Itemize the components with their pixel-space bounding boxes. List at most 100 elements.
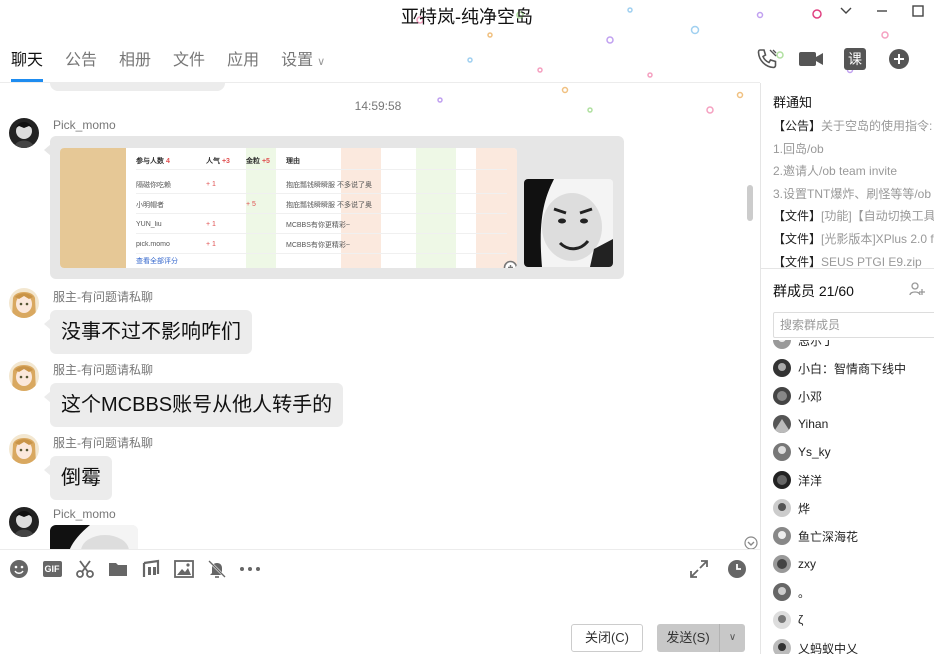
window-title: 亚特岚-纯净空岛 <box>401 7 533 27</box>
meme-image[interactable] <box>524 179 613 267</box>
group-side-panel: 群通知 【公告】关于空岛的使用指令: 1.回岛/ob 2.邀请人/ob team… <box>760 83 934 654</box>
chat-history[interactable]: 14:59:58 Pick_momo 参与人数 4 人气 +3 金粒 +5 理由… <box>0 83 760 549</box>
avatar[interactable] <box>9 507 39 537</box>
notice-item[interactable]: 2.邀请人/ob team invite <box>773 160 934 183</box>
add-circle-icon[interactable] <box>886 46 912 72</box>
phone-icon[interactable] <box>754 46 780 72</box>
tab-files[interactable]: 文件 <box>173 42 205 82</box>
rating-table-screenshot[interactable]: 参与人数 4 人气 +3 金粒 +5 理由 隔磁你吃赖 + 1 抱庇瓢钱瞬瞬服 … <box>60 148 517 268</box>
table-cell-reason: MCBBS有你更精彩~ <box>286 221 350 229</box>
notice-tag: 【文件】 <box>773 254 822 269</box>
notice-text: SEUS PTGI E9.zip <box>821 254 922 269</box>
list-item[interactable]: 小白：智情商下线中 <box>773 354 906 382</box>
avatar <box>773 443 791 461</box>
table-cell-pop: + 1 <box>206 221 216 228</box>
member-list[interactable]: 忌尔丁 小白：智情商下线中 小邓 Yihan Ys_ky 洋洋 烨 鱼亡深海花 … <box>773 340 934 654</box>
image-icon[interactable] <box>173 558 195 580</box>
member-name: Yihan <box>798 417 829 431</box>
text-message-bubble[interactable]: 没事不过不影响咋们 <box>44 310 252 354</box>
member-name: 乂蚂蚁中乂 <box>798 641 859 654</box>
list-item[interactable]: 乂蚂蚁中乂 <box>773 634 858 654</box>
avatar[interactable] <box>9 288 39 318</box>
avatar <box>773 340 791 349</box>
avatar[interactable] <box>9 434 39 464</box>
header-participants-count: 4 <box>165 157 170 165</box>
folder-icon[interactable] <box>107 558 129 580</box>
tab-settings[interactable]: 设置 ∨ <box>281 42 325 82</box>
list-item[interactable]: 小邓 <box>773 382 822 410</box>
text-message-bubble[interactable]: 这个MCBBS账号从他人转手的 <box>43 383 344 427</box>
divider <box>761 268 934 269</box>
send-button[interactable]: 发送(S) ∨ <box>657 624 745 652</box>
notice-text: 3.设置TNT爆炸、刷怪等等/ob s <box>773 186 934 201</box>
chevron-down-icon[interactable]: ∨ <box>719 624 745 652</box>
header-participants: 参与人数 <box>136 157 164 165</box>
list-item[interactable]: 。 <box>773 578 810 606</box>
course-icon[interactable]: 课 <box>842 46 868 72</box>
table-cell-user: YUN_liu <box>136 221 162 228</box>
image-message-bubble[interactable]: 参与人数 4 人气 +3 金粒 +5 理由 隔磁你吃赖 + 1 抱庇瓢钱瞬瞬服 … <box>44 136 624 279</box>
list-item[interactable]: 烨 <box>773 494 810 522</box>
table-cell-user: 小明帽者 <box>136 201 164 209</box>
tab-chat[interactable]: 聊天 <box>11 42 44 82</box>
tab-announcement[interactable]: 公告 <box>65 42 97 82</box>
member-name: 小白：智情商下线中 <box>798 361 907 376</box>
header-tools: 课 <box>754 46 912 72</box>
group-notice-title: 群通知 <box>773 95 813 110</box>
add-member-icon[interactable] <box>909 281 925 302</box>
notice-text: 1.回岛/ob <box>773 141 824 156</box>
message-timestamp: 14:59:58 <box>354 99 402 113</box>
notice-item[interactable]: 【文件】[功能]【自动切换工具. <box>773 205 934 228</box>
notice-item[interactable]: 【公告】关于空岛的使用指令: <box>773 115 934 138</box>
member-name: 洋洋 <box>798 473 823 488</box>
more-icon[interactable] <box>239 558 261 580</box>
list-item[interactable]: zxy <box>773 550 816 578</box>
chat-scrollbar[interactable] <box>747 185 753 221</box>
member-name: 小邓 <box>798 389 823 404</box>
music-icon[interactable] <box>140 558 162 580</box>
text-message-bubble[interactable]: 倒霉 <box>44 456 112 500</box>
notice-item[interactable]: 1.回岛/ob <box>773 138 934 161</box>
sender-name: Pick_momo <box>53 507 116 521</box>
jump-to-latest-icon[interactable] <box>744 536 758 549</box>
tab-album[interactable]: 相册 <box>119 42 151 82</box>
maximize-icon[interactable] <box>910 4 926 20</box>
view-all-ratings-link: 查看全部评分 <box>136 258 178 265</box>
notice-item[interactable]: 【文件】SEUS PTGI E9.zip <box>773 251 934 274</box>
mute-bell-icon[interactable] <box>206 558 228 580</box>
avatar <box>773 471 791 489</box>
member-search-input[interactable]: 搜索群成员 <box>773 312 934 338</box>
avatar <box>773 611 791 629</box>
list-item[interactable]: Yihan <box>773 410 828 438</box>
list-item[interactable]: 洋洋 <box>773 466 822 494</box>
list-item[interactable]: ζ <box>773 606 803 634</box>
header-popularity: 人气 <box>206 157 220 165</box>
zoom-in-icon[interactable] <box>503 260 517 268</box>
notice-tag: 【文件】 <box>773 231 822 246</box>
scissors-icon[interactable] <box>74 558 96 580</box>
video-icon[interactable] <box>798 46 824 72</box>
tab-settings-label: 设置 <box>281 52 314 69</box>
gif-icon[interactable]: GIF <box>41 558 63 580</box>
member-name: 鱼亡深海花 <box>798 529 859 544</box>
header-gold: 金粒 <box>246 157 260 165</box>
list-item[interactable]: Ys_ky <box>773 438 831 466</box>
history-clock-icon[interactable] <box>726 558 748 580</box>
emoji-icon[interactable] <box>8 558 30 580</box>
notice-item[interactable]: 【文件】[光影版本]XPlus 2.0 fo <box>773 228 934 251</box>
member-name: Ys_ky <box>798 445 831 459</box>
notice-text: [功能]【自动切换工具. <box>821 209 934 224</box>
list-item[interactable]: 忌尔丁 <box>773 340 834 354</box>
expand-icon[interactable] <box>688 558 710 580</box>
avatar[interactable] <box>9 361 39 391</box>
collapse-icon[interactable] <box>838 4 854 20</box>
list-item[interactable]: 鱼亡深海花 <box>773 522 858 550</box>
table-cell-reason: MCBBS有你更精彩~ <box>286 241 350 249</box>
minimize-icon[interactable] <box>874 4 890 20</box>
window-controls <box>838 4 926 20</box>
notice-item[interactable]: 3.设置TNT爆炸、刷怪等等/ob s <box>773 183 934 206</box>
tab-apps[interactable]: 应用 <box>227 42 259 82</box>
close-button[interactable]: 关闭(C) <box>571 624 643 652</box>
image-message-bubble[interactable] <box>50 525 138 549</box>
avatar[interactable] <box>9 118 39 148</box>
